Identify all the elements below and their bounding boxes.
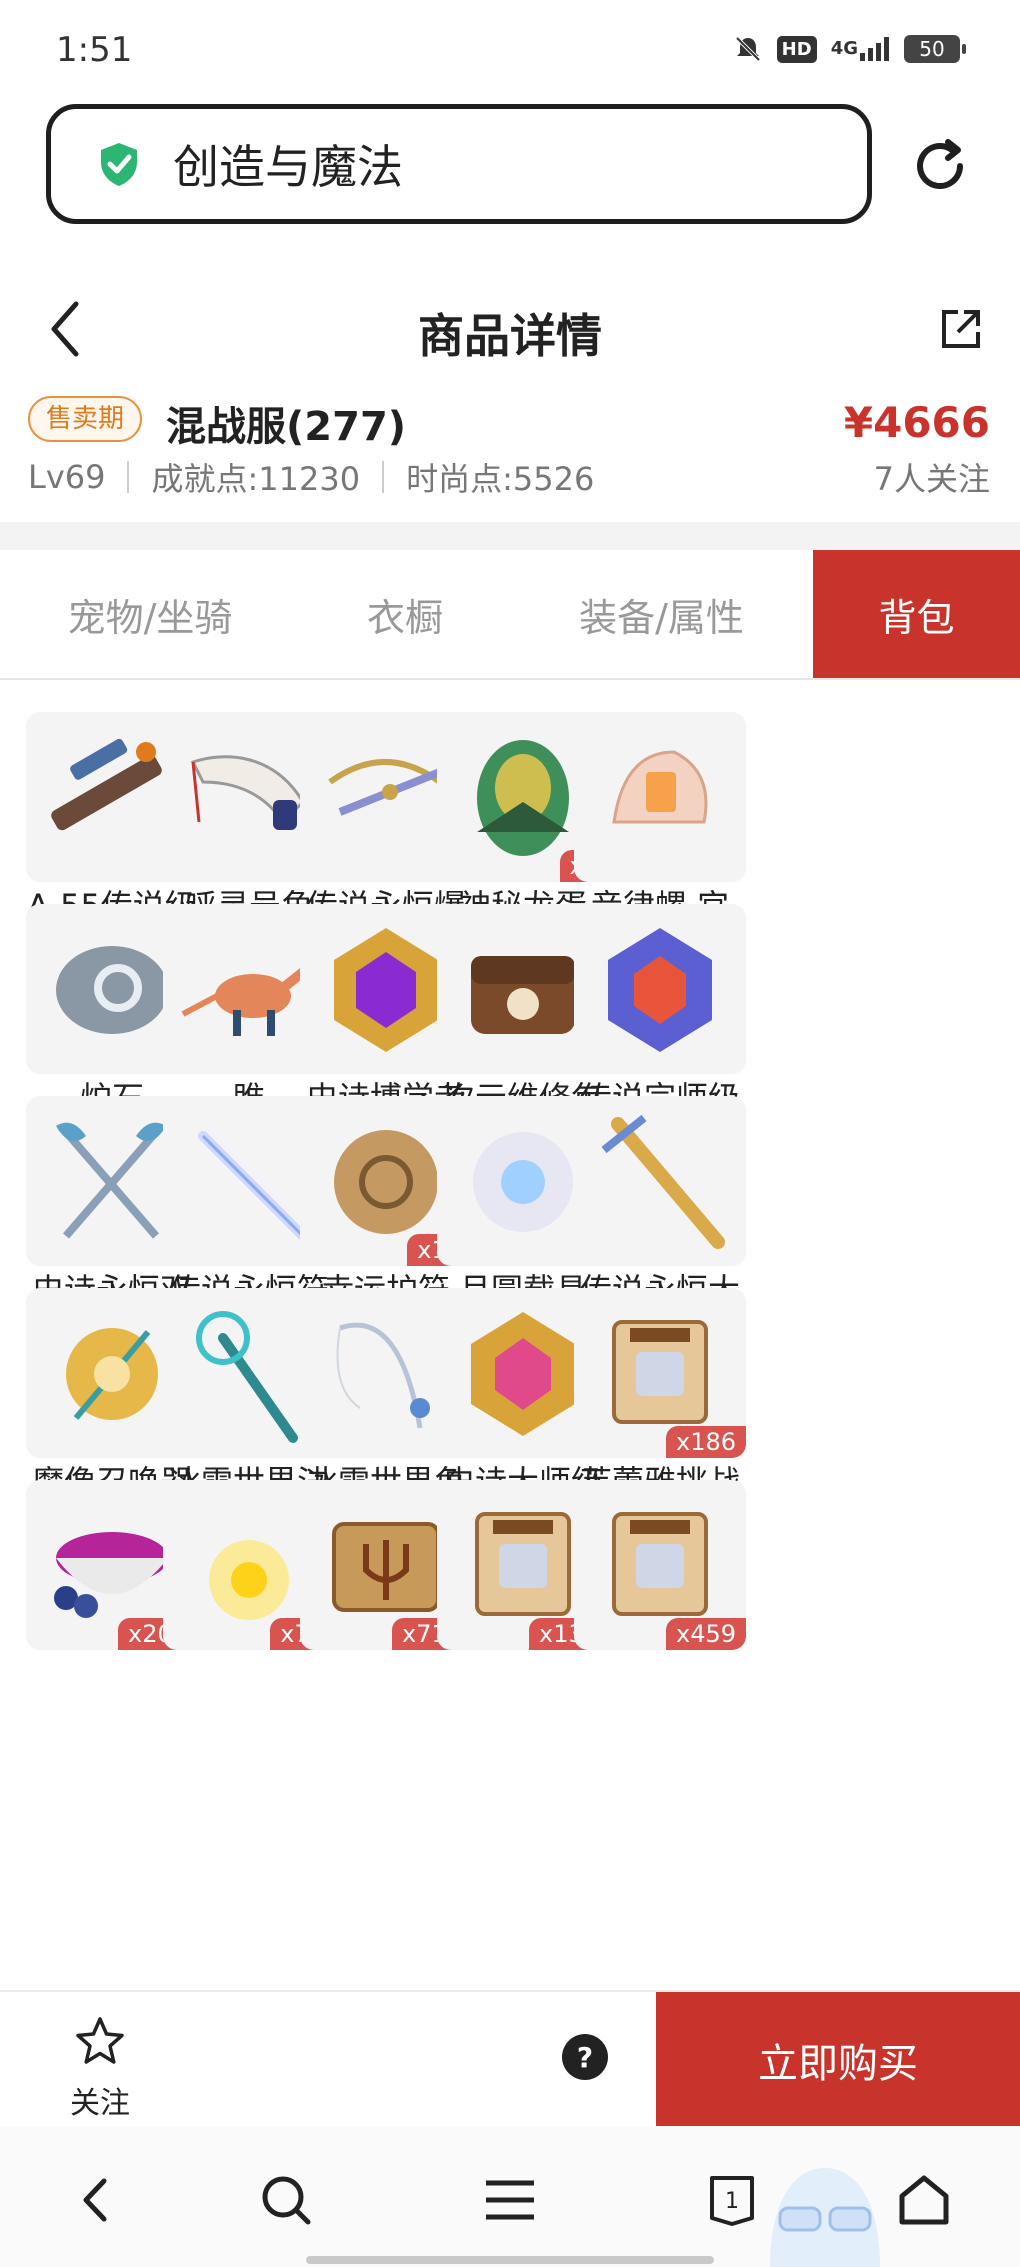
follower-count: 7人关注 [873, 460, 990, 498]
status-icons: HD 4G 50 [733, 34, 966, 64]
follow-button[interactable]: 关注 [60, 2014, 140, 2122]
star-icon [76, 2017, 124, 2064]
achievement-label: 成就点:11230 [151, 460, 361, 498]
battery-icon: 50 [904, 35, 966, 63]
quantity-badge: x186 [665, 1426, 746, 1458]
nav-home-icon[interactable] [894, 2170, 954, 2230]
sale-status-badge: 售卖期 [28, 396, 143, 442]
quantity-badge: x459 [665, 1618, 746, 1650]
nav-tabs-icon[interactable]: 1 [702, 2170, 762, 2230]
buy-now-button[interactable]: 立即购买 [656, 1992, 1020, 2128]
home-indicator[interactable] [306, 2256, 714, 2264]
item-thumbnail [574, 1096, 746, 1266]
status-time: 1:51 [56, 30, 133, 70]
fashion-label: 时尚点:5526 [406, 460, 595, 498]
page-title: 商品详情 [418, 309, 602, 363]
item-thumbnail: x459 [574, 1480, 746, 1650]
share-icon[interactable] [938, 306, 984, 352]
refresh-icon[interactable] [908, 134, 972, 198]
item-thumbnail: x186 [574, 1288, 746, 1458]
category-tabs: 宠物/坐骑 衣橱 装备/属性 背包 [0, 550, 1020, 680]
search-bar[interactable]: 创造与魔法 [46, 104, 872, 224]
help-icon[interactable]: ? [562, 2034, 608, 2080]
follow-label: 关注 [70, 2086, 130, 2121]
item-thumbnail [574, 712, 746, 882]
signal-icon: 4G [831, 35, 890, 63]
assistant-mascot-icon [770, 2168, 880, 2267]
item-thumbnail [574, 904, 746, 1074]
divider [382, 461, 385, 493]
rune-red-icon [608, 928, 712, 1052]
status-bar: 1:51 HD 4G 50 [0, 0, 1020, 100]
tab-pets-mounts[interactable]: 宠物/坐骑 [0, 550, 300, 678]
greatsword-icon [601, 1114, 725, 1249]
tab-wardrobe[interactable]: 衣橱 [300, 550, 510, 678]
browser-nav-bar: 1 [0, 2126, 1020, 2267]
conch-icon [612, 750, 708, 824]
level-label: Lv69 [28, 458, 106, 496]
mute-icon [733, 34, 763, 64]
search-input[interactable]: 创造与魔法 [173, 131, 403, 197]
tabs-count: 1 [725, 2189, 739, 2214]
backpack-item[interactable]: x459 [574, 1480, 746, 1650]
hd-badge: HD [776, 35, 817, 63]
account-meta: Lv69 成就点:11230 时尚点:5526 [28, 454, 594, 500]
price: ¥4666 [843, 398, 990, 447]
nav-back-icon[interactable] [66, 2170, 126, 2230]
network-label: 4G [830, 38, 858, 59]
tab-backpack[interactable]: 背包 [813, 550, 1020, 678]
tab-equipment[interactable]: 装备/属性 [510, 550, 813, 678]
backpack-item[interactable]: 音律螺·宫 [574, 712, 746, 926]
divider [127, 461, 130, 493]
nav-menu-icon[interactable] [480, 2170, 540, 2230]
action-bar: 关注 ? 立即购买 [0, 1990, 1020, 2128]
shield-icon [101, 143, 137, 186]
server-name: 混战服(277) [166, 404, 407, 450]
section-divider [0, 522, 1020, 550]
nav-search-icon[interactable] [256, 2170, 316, 2230]
